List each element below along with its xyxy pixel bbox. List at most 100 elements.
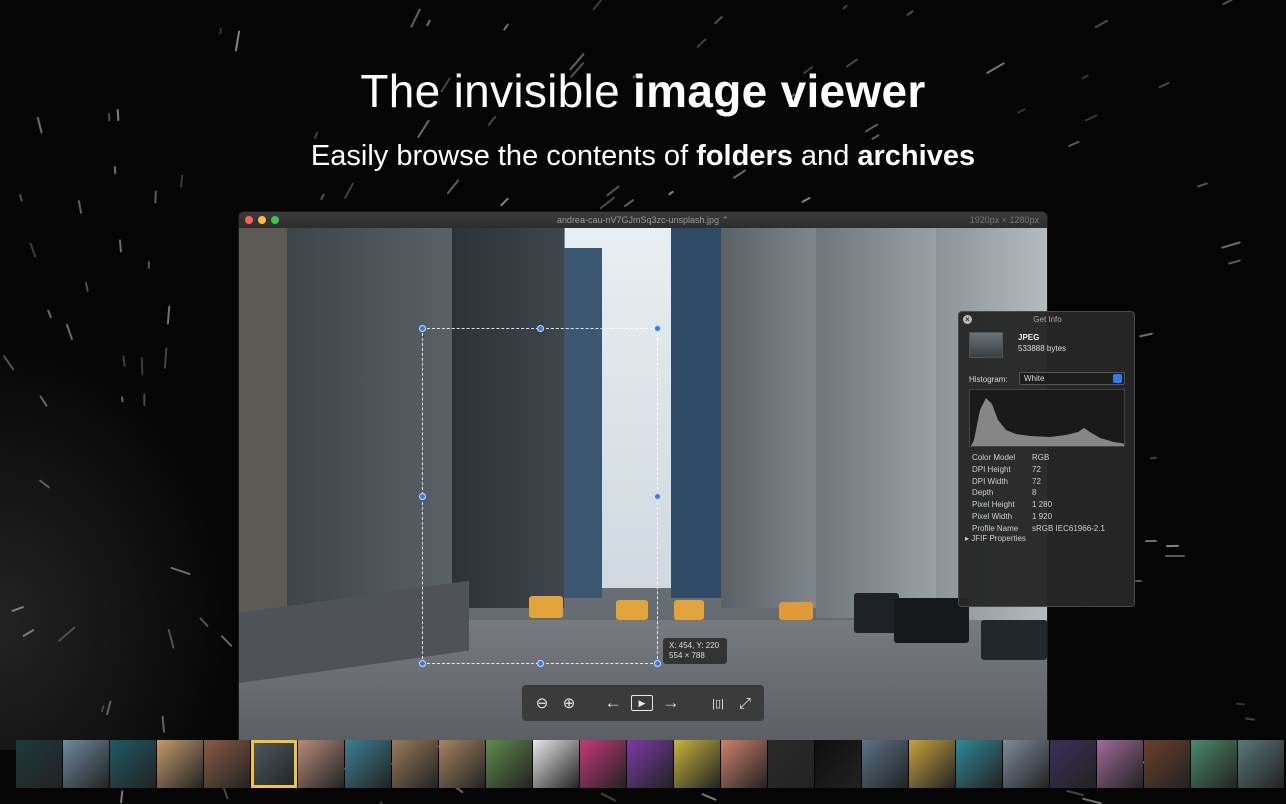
filmstrip-thumbnail[interactable] — [251, 740, 297, 788]
chevron-updown-icon — [1113, 374, 1122, 383]
main-image[interactable]: X: 454, Y: 220 554 × 788 ⊖ ⊕ ← ▶ → |▯| ⤢ — [239, 228, 1047, 740]
background-streak — [219, 27, 223, 35]
fullscreen-icon[interactable]: ⤢ — [735, 692, 755, 714]
selection-handle[interactable] — [537, 660, 544, 667]
property-row: DPI Width 72 — [972, 476, 1041, 486]
selection-handle[interactable] — [654, 660, 661, 667]
previous-icon[interactable]: ← — [602, 692, 624, 714]
file-type: JPEG — [1018, 333, 1040, 342]
filmstrip-thumbnail[interactable] — [392, 740, 438, 788]
filmstrip-thumbnail[interactable] — [1050, 740, 1096, 788]
get-info-panel: × Get Info JPEG 533888 bytes Histogram: … — [958, 311, 1135, 607]
viewer-toolbar: ⊖ ⊕ ← ▶ → |▯| ⤢ — [522, 685, 764, 721]
filmstrip-thumbnail[interactable] — [1097, 740, 1143, 788]
background-streak — [1094, 19, 1109, 29]
background-streak — [118, 239, 122, 253]
filmstrip-thumbnail[interactable] — [110, 740, 156, 788]
filmstrip-thumbnail[interactable] — [909, 740, 955, 788]
filmstrip-thumbnail[interactable] — [956, 740, 1002, 788]
image-building — [671, 228, 721, 598]
background-streak — [841, 4, 848, 10]
background-streak — [234, 30, 240, 52]
filmstrip-thumbnail[interactable] — [157, 740, 203, 788]
background-streak — [1220, 241, 1241, 249]
property-row: DPI Height 72 — [972, 464, 1041, 474]
tunnel-glow — [0, 330, 240, 750]
selection-handle[interactable] — [419, 493, 426, 500]
play-icon[interactable]: ▶ — [631, 695, 653, 711]
histogram-select[interactable]: White — [1019, 372, 1125, 385]
background-streak — [1145, 540, 1158, 543]
filmstrip-thumbnail[interactable] — [63, 740, 109, 788]
filmstrip-thumbnail[interactable] — [486, 740, 532, 788]
filmstrip-thumbnail[interactable] — [815, 740, 861, 788]
filmstrip-icon[interactable]: |▯| — [705, 692, 731, 714]
background-streak — [502, 22, 509, 31]
selection-handle[interactable] — [654, 493, 661, 500]
background-streak — [600, 792, 617, 803]
background-streak — [701, 792, 717, 801]
background-streak — [222, 786, 229, 800]
filmstrip-thumbnail[interactable] — [674, 740, 720, 788]
background-streak — [624, 197, 636, 208]
background-streak — [167, 305, 171, 325]
histogram-chart — [969, 389, 1125, 447]
background-streak — [410, 8, 422, 29]
background-streak — [319, 193, 325, 201]
filmstrip-thumbnail[interactable] — [1003, 740, 1049, 788]
file-thumbnail — [969, 332, 1003, 358]
image-car — [854, 593, 899, 633]
property-row: Pixel Width 1 920 — [972, 511, 1053, 521]
chevron-updown-icon[interactable]: ⌃ — [722, 215, 730, 225]
filmstrip-thumbnail[interactable] — [768, 740, 814, 788]
background-streak — [143, 393, 146, 407]
title-bar[interactable]: andrea-cau-nV7GJmSq3zc-unsplash.jpg ⌃ 19… — [239, 212, 1047, 228]
filmstrip-thumbnail[interactable] — [627, 740, 673, 788]
image-car — [981, 620, 1047, 660]
filmstrip-thumbnail[interactable] — [204, 740, 250, 788]
filmstrip-thumbnail[interactable] — [1238, 740, 1284, 788]
selection-handle[interactable] — [419, 660, 426, 667]
filmstrip-thumbnail[interactable] — [1144, 740, 1190, 788]
zoom-in-icon[interactable]: ⊕ — [559, 692, 579, 714]
background-streak — [416, 119, 430, 139]
background-streak — [864, 123, 879, 133]
background-streak — [140, 356, 144, 375]
selection-handle[interactable] — [419, 325, 426, 332]
background-streak — [119, 790, 124, 804]
jfif-disclosure[interactable]: ▸ JFIF Properties — [965, 534, 1026, 543]
selection-readout: X: 454, Y: 220 554 × 788 — [663, 638, 727, 664]
file-size: 533888 bytes — [1018, 344, 1067, 353]
selection-handle[interactable] — [654, 325, 661, 332]
background-streak — [426, 19, 432, 27]
filmstrip-thumbnail[interactable] — [298, 740, 344, 788]
background-streak — [1139, 332, 1154, 338]
image-building — [816, 228, 936, 618]
background-streak — [696, 37, 708, 49]
background-streak — [870, 133, 880, 140]
viewer-window: andrea-cau-nV7GJmSq3zc-unsplash.jpg ⌃ 19… — [239, 212, 1047, 740]
property-row: Color Model RGB — [972, 453, 1050, 462]
image-dimensions: 1920px × 1280px — [969, 215, 1039, 225]
image-taxi — [674, 600, 704, 620]
filmstrip-thumbnail[interactable] — [721, 740, 767, 788]
selection-handle[interactable] — [537, 325, 544, 332]
panel-title: Get Info — [1033, 315, 1062, 324]
zoom-out-icon[interactable]: ⊖ — [532, 692, 552, 714]
filmstrip-thumbnail[interactable] — [345, 740, 391, 788]
next-icon[interactable]: → — [660, 692, 682, 714]
background-streak — [713, 15, 724, 25]
filmstrip-thumbnail[interactable] — [1191, 740, 1237, 788]
background-streak — [606, 185, 620, 197]
background-streak — [19, 194, 24, 203]
background-streak — [1235, 702, 1245, 706]
filmstrip-thumbnail[interactable] — [580, 740, 626, 788]
background-streak — [1149, 456, 1158, 460]
property-row: Pixel Height 1 280 — [972, 500, 1053, 510]
filmstrip-thumbnail[interactable] — [862, 740, 908, 788]
background-streak — [1134, 580, 1142, 583]
filmstrip-thumbnail[interactable] — [16, 740, 62, 788]
filmstrip-thumbnail[interactable] — [533, 740, 579, 788]
selection-rectangle[interactable] — [419, 325, 661, 667]
filmstrip-thumbnail[interactable] — [439, 740, 485, 788]
